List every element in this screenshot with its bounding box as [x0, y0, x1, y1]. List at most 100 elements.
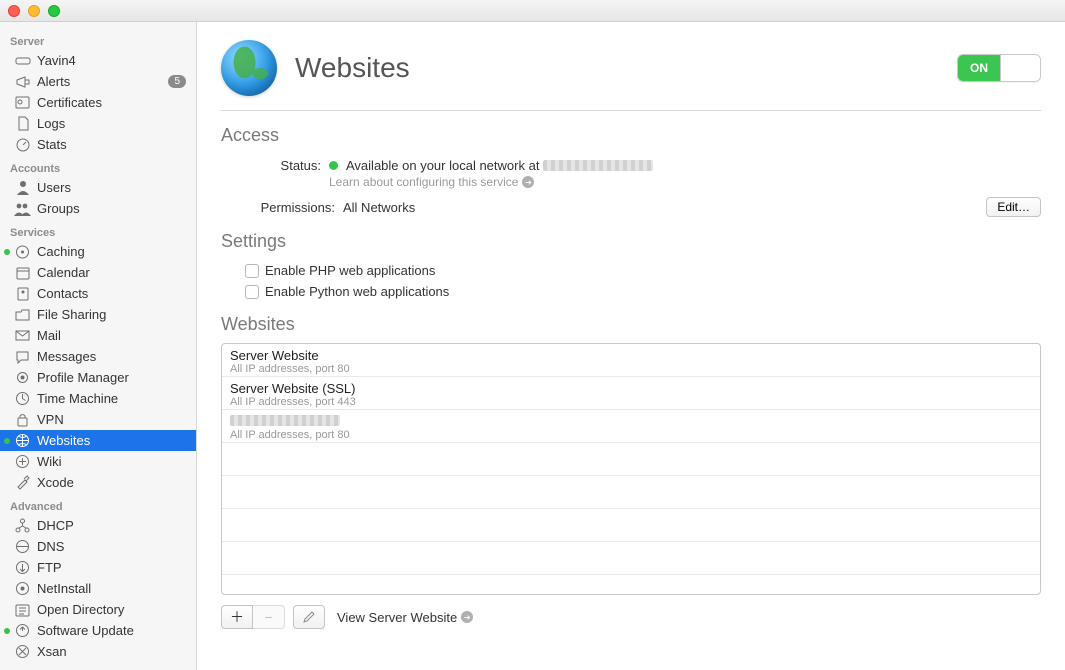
- window-zoom-button[interactable]: [48, 5, 60, 17]
- sidebar-item-label: Stats: [37, 137, 67, 152]
- websites-list[interactable]: Server Website All IP addresses, port 80…: [221, 343, 1041, 595]
- sidebar-item-label: Users: [37, 180, 71, 195]
- sidebar-item-label: DNS: [37, 539, 64, 554]
- globe-large-icon: [221, 40, 277, 96]
- setting-enable-python[interactable]: Enable Python web applications: [221, 281, 1041, 302]
- sidebar-item-mail[interactable]: Mail: [0, 325, 196, 346]
- sidebar-item-messages[interactable]: Messages: [0, 346, 196, 367]
- service-toggle[interactable]: ON: [957, 54, 1041, 82]
- sidebar-item-label: Alerts: [37, 74, 70, 89]
- remove-website-button[interactable]: −: [253, 605, 285, 629]
- alerts-badge: 5: [168, 75, 186, 88]
- sidebar-item-vpn[interactable]: VPN: [0, 409, 196, 430]
- calendar-icon: [14, 264, 31, 281]
- sidebar-item-alerts[interactable]: Alerts 5: [0, 71, 196, 92]
- sidebar-item-stats[interactable]: Stats: [0, 134, 196, 155]
- sidebar-item-contacts[interactable]: Contacts: [0, 283, 196, 304]
- sidebar-item-profile-manager[interactable]: Profile Manager: [0, 367, 196, 388]
- sidebar-item-server-host[interactable]: Yavin4: [0, 50, 196, 71]
- sidebar-item-label: Certificates: [37, 95, 102, 110]
- sidebar-section-accounts: Accounts: [0, 155, 196, 177]
- netinstall-icon: [14, 580, 31, 597]
- contacts-icon: [14, 285, 31, 302]
- sidebar-item-websites[interactable]: Websites: [0, 430, 196, 451]
- add-website-button[interactable]: ＋: [221, 605, 253, 629]
- sidebar-item-label: FTP: [37, 560, 62, 575]
- megaphone-icon: [14, 73, 31, 90]
- permissions-value: All Networks: [343, 200, 415, 215]
- permissions-label: Permissions:: [241, 200, 335, 215]
- status-label: Status:: [241, 158, 321, 173]
- sidebar-item-caching[interactable]: Caching: [0, 241, 196, 262]
- pencil-icon: [302, 610, 316, 624]
- clock-icon: [14, 390, 31, 407]
- sidebar-item-users[interactable]: Users: [0, 177, 196, 198]
- website-name-redacted: [230, 415, 340, 426]
- view-server-website-link[interactable]: View Server Website ➜: [337, 610, 473, 625]
- checkbox-label: Enable Python web applications: [265, 284, 449, 299]
- sidebar-item-netinstall[interactable]: NetInstall: [0, 578, 196, 599]
- globe-icon: [14, 432, 31, 449]
- sidebar-item-certificates[interactable]: Certificates: [0, 92, 196, 113]
- sidebar-item-label: Mail: [37, 328, 61, 343]
- learn-link-label: Learn about configuring this service: [329, 175, 518, 189]
- content-pane: Websites ON Access Status: Available on …: [197, 22, 1065, 670]
- sidebar: Server Yavin4 Alerts 5 Certificates Logs: [0, 22, 197, 670]
- sidebar-item-software-update[interactable]: Software Update: [0, 620, 196, 641]
- sidebar-item-label: Groups: [37, 201, 80, 216]
- website-row[interactable]: All IP addresses, port 80: [222, 410, 1040, 443]
- permissions-row: Permissions: All Networks Edit…: [221, 191, 1041, 219]
- checkbox-icon[interactable]: [245, 285, 259, 299]
- website-row[interactable]: Server Website (SSL) All IP addresses, p…: [222, 377, 1040, 410]
- section-heading-settings: Settings: [221, 231, 1041, 252]
- website-row-empty: [222, 476, 1040, 509]
- sidebar-section-services: Services: [0, 219, 196, 241]
- sidebar-item-label: Time Machine: [37, 391, 118, 406]
- checkbox-label: Enable PHP web applications: [265, 263, 435, 278]
- website-sub: All IP addresses, port 443: [230, 396, 1032, 408]
- sidebar-item-dhcp[interactable]: DHCP: [0, 515, 196, 536]
- sidebar-item-calendar[interactable]: Calendar: [0, 262, 196, 283]
- sidebar-item-groups[interactable]: Groups: [0, 198, 196, 219]
- section-heading-websites: Websites: [221, 314, 1041, 335]
- sidebar-item-xsan[interactable]: Xsan: [0, 641, 196, 662]
- sidebar-item-label: VPN: [37, 412, 64, 427]
- toggle-on-label: ON: [958, 55, 1000, 81]
- sidebar-item-label: Software Update: [37, 623, 134, 638]
- status-dot-icon: [4, 628, 10, 634]
- divider: [221, 110, 1041, 111]
- learn-link[interactable]: Learn about configuring this service ➜: [329, 175, 1041, 189]
- view-link-label: View Server Website: [337, 610, 457, 625]
- setting-enable-php[interactable]: Enable PHP web applications: [221, 260, 1041, 281]
- website-row[interactable]: Server Website All IP addresses, port 80: [222, 344, 1040, 377]
- sidebar-item-label: File Sharing: [37, 307, 106, 322]
- people-icon: [14, 200, 31, 217]
- arrow-right-icon: ➜: [522, 176, 534, 188]
- edit-permissions-button[interactable]: Edit…: [986, 197, 1041, 217]
- sidebar-item-open-directory[interactable]: Open Directory: [0, 599, 196, 620]
- sidebar-section-advanced: Advanced: [0, 493, 196, 515]
- page-header: Websites ON: [221, 40, 1041, 96]
- sidebar-item-ftp[interactable]: FTP: [0, 557, 196, 578]
- websites-toolbar: ＋ − View Server Website ➜: [221, 595, 1041, 629]
- edit-website-button[interactable]: [293, 605, 325, 629]
- window-close-button[interactable]: [8, 5, 20, 17]
- arrow-right-icon: ➜: [461, 611, 473, 623]
- sidebar-item-wiki[interactable]: Wiki: [0, 451, 196, 472]
- sidebar-item-label: Websites: [37, 433, 90, 448]
- mac-mini-icon: [14, 52, 31, 69]
- toggle-knob: [1000, 55, 1040, 81]
- sidebar-item-label: Xcode: [37, 475, 74, 490]
- sidebar-item-logs[interactable]: Logs: [0, 113, 196, 134]
- sidebar-item-label: DHCP: [37, 518, 74, 533]
- sidebar-item-label: Caching: [37, 244, 85, 259]
- checkbox-icon[interactable]: [245, 264, 259, 278]
- sidebar-item-xcode[interactable]: Xcode: [0, 472, 196, 493]
- window-minimize-button[interactable]: [28, 5, 40, 17]
- sidebar-item-time-machine[interactable]: Time Machine: [0, 388, 196, 409]
- sidebar-item-file-sharing[interactable]: File Sharing: [0, 304, 196, 325]
- status-dot-icon: [4, 438, 10, 444]
- sidebar-item-label: Logs: [37, 116, 65, 131]
- sidebar-item-dns[interactable]: DNS: [0, 536, 196, 557]
- website-row-empty: [222, 575, 1040, 595]
